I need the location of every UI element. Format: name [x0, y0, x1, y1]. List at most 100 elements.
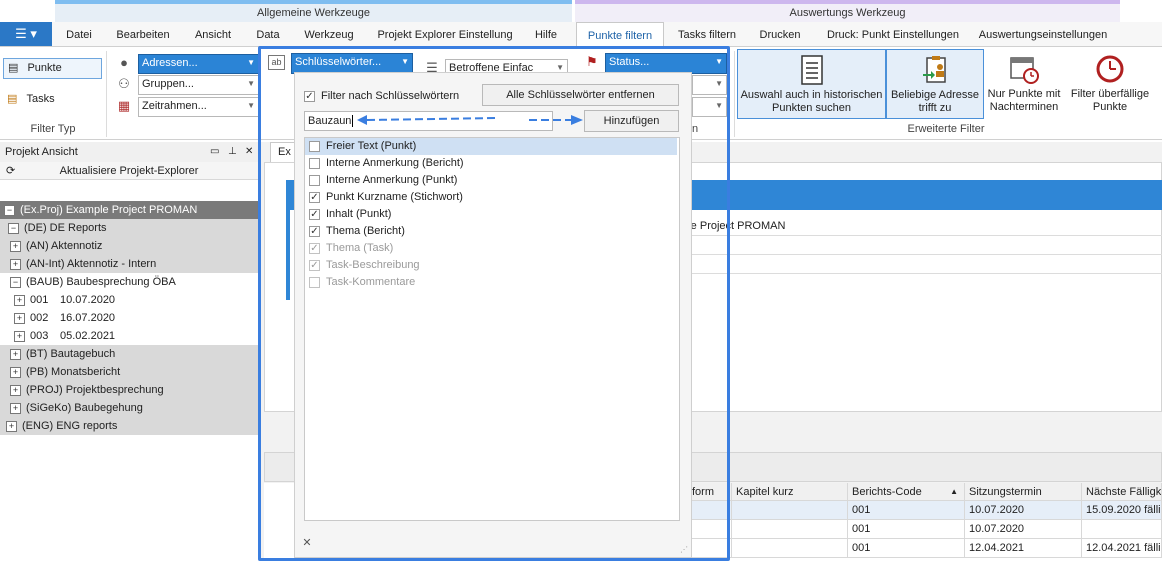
- column-header-kapitel[interactable]: Kapitel kurz: [732, 483, 848, 501]
- only-dates-button[interactable]: Nur Punkte mit Nachterminen: [984, 49, 1064, 117]
- remove-all-keywords-button[interactable]: Alle Schlüsselwörter entfernen: [482, 84, 679, 106]
- tree-node[interactable]: +001 10.07.2020: [0, 291, 272, 309]
- expand-icon[interactable]: +: [6, 420, 17, 432]
- historic-search-button[interactable]: Auswahl auch in historischen Punkten suc…: [737, 49, 886, 119]
- tree-node[interactable]: + (BT) Bautagebuch: [0, 345, 268, 363]
- expand-icon[interactable]: +: [10, 402, 21, 414]
- punkte-button[interactable]: ▤ Punkte: [3, 58, 102, 79]
- context-header-general: Allgemeine Werkzeuge: [55, 0, 572, 22]
- tree-node[interactable]: − (Ex.Proj) Example Project PROMAN: [0, 201, 262, 219]
- grid-cell[interactable]: 001: [848, 501, 965, 520]
- search-field-item[interactable]: ✓ Task-Beschreibung: [305, 257, 677, 274]
- search-field-item[interactable]: Freier Text (Punkt): [305, 138, 677, 155]
- grid-cell[interactable]: 10.07.2020: [965, 520, 1082, 539]
- expand-icon[interactable]: +: [10, 366, 21, 378]
- checkbox-checked[interactable]: ✓: [309, 259, 320, 271]
- tab-ansicht[interactable]: Ansicht: [190, 22, 236, 46]
- checkbox-unchecked[interactable]: [309, 276, 320, 288]
- tab-tasks-filtern[interactable]: Tasks filtern: [672, 22, 742, 46]
- tab-drucken[interactable]: Drucken: [756, 22, 804, 46]
- gruppen-combo[interactable]: Gruppen... ▼: [138, 75, 259, 95]
- tree-node[interactable]: + (PB) Monatsbericht: [0, 363, 268, 381]
- search-field-item[interactable]: Interne Anmerkung (Bericht): [305, 155, 677, 172]
- project-view-title: Projekt Ansicht: [5, 146, 78, 158]
- menu-icon[interactable]: ☰ ▾: [0, 22, 52, 46]
- project-view-header: Projekt Ansicht ▭ ⊥ ✕: [0, 142, 258, 162]
- column-header-berichts-code[interactable]: Berichts-Code ▲: [848, 483, 965, 501]
- refresh-icon: ⟳: [6, 165, 16, 177]
- divider: [676, 235, 1162, 236]
- close-icon[interactable]: ✕: [300, 536, 314, 550]
- adressen-combo[interactable]: Adressen... ▼: [138, 54, 259, 74]
- overdue-filter-button[interactable]: Filter überfällige Punkte: [1066, 49, 1154, 117]
- search-field-item[interactable]: ✓ Punkt Kurzname (Stichwort): [305, 189, 677, 206]
- collapse-icon[interactable]: −: [8, 222, 19, 234]
- search-field-item[interactable]: ✓ Inhalt (Punkt): [305, 206, 677, 223]
- grid-cell[interactable]: [732, 539, 848, 558]
- checkbox-unchecked[interactable]: [309, 140, 320, 152]
- tree-node[interactable]: − (BAUB) Baubesprechung ÖBA: [0, 273, 268, 291]
- tab-data[interactable]: Data: [252, 22, 284, 46]
- refresh-project-explorer[interactable]: ⟳ Aktualisiere Projekt-Explorer: [0, 162, 258, 180]
- column-header-naechste[interactable]: Nächste Fälligkei: [1082, 483, 1162, 501]
- tab-druck-punkt-einstellungen[interactable]: Druck: Punkt Einstellungen: [820, 22, 966, 46]
- expand-icon[interactable]: +: [14, 330, 25, 342]
- checkbox-unchecked[interactable]: [309, 174, 320, 186]
- tasks-button[interactable]: ▤ Tasks: [3, 89, 102, 110]
- add-keyword-button[interactable]: Hinzufügen: [584, 110, 679, 132]
- expand-icon[interactable]: +: [14, 294, 25, 306]
- tab-bearbeiten[interactable]: Bearbeiten: [112, 22, 174, 46]
- tab-auswertungseinstellungen[interactable]: Auswertungseinstellungen: [976, 22, 1110, 46]
- filter-by-keywords-toggle[interactable]: ✓ Filter nach Schlüsselwörtern: [304, 88, 459, 104]
- expand-icon[interactable]: +: [14, 312, 25, 324]
- search-field-item[interactable]: ✓ Thema (Task): [305, 240, 677, 257]
- pin-icon[interactable]: ⊥: [228, 142, 237, 162]
- grid-cell[interactable]: 001: [848, 520, 965, 539]
- tab-projekt-explorer-einstellung[interactable]: Projekt Explorer Einstellung: [374, 22, 516, 46]
- collapse-icon[interactable]: −: [10, 276, 21, 288]
- tree-node[interactable]: + (AN-Int) Aktennotiz - Intern: [0, 255, 268, 273]
- checkbox-checked[interactable]: ✓: [309, 225, 320, 237]
- tree-node[interactable]: + (PROJ) Projektbesprechung: [0, 381, 268, 399]
- close-icon[interactable]: ✕: [245, 142, 253, 162]
- collapse-icon[interactable]: −: [4, 204, 15, 216]
- tab-punkte-filtern[interactable]: Punkte filtern: [576, 22, 664, 47]
- grid-cell[interactable]: 12.04.2021: [965, 539, 1082, 558]
- search-field-item[interactable]: ✓ Thema (Bericht): [305, 223, 677, 240]
- checkbox-checked[interactable]: ✓: [309, 242, 320, 254]
- tree-node[interactable]: +003 05.02.2021: [0, 327, 272, 345]
- divider: [106, 51, 107, 137]
- grid-cell[interactable]: 001: [848, 539, 965, 558]
- tree-node[interactable]: + (ENG) ENG reports: [0, 417, 264, 435]
- resize-grip-icon[interactable]: ⋰: [680, 545, 690, 555]
- search-fields-list: Freier Text (Punkt) Interne Anmerkung (Be…: [304, 137, 680, 521]
- window-icon[interactable]: ▭: [210, 142, 219, 162]
- tree-node[interactable]: + (SiGeKo) Baubegehung: [0, 399, 268, 417]
- grid-cell[interactable]: [1082, 520, 1162, 539]
- column-header-sitzungstermin[interactable]: Sitzungstermin: [965, 483, 1082, 501]
- project-tree: − (Ex.Proj) Example Project PROMAN − (DE) D…: [0, 201, 272, 441]
- expand-icon[interactable]: +: [10, 240, 21, 252]
- search-field-item[interactable]: Interne Anmerkung (Punkt): [305, 172, 677, 189]
- grid-cell[interactable]: 15.09.2020 fällig: [1082, 501, 1162, 520]
- grid-cell[interactable]: 12.04.2021 fällig: [1082, 539, 1162, 558]
- tab-hilfe[interactable]: Hilfe: [530, 22, 562, 46]
- tab-datei[interactable]: Datei: [62, 22, 96, 46]
- grid-cell[interactable]: [732, 501, 848, 520]
- tree-node[interactable]: + (AN) Aktennotiz: [0, 237, 268, 255]
- grid-cell[interactable]: [732, 520, 848, 539]
- tab-werkzeug[interactable]: Werkzeug: [300, 22, 358, 46]
- checkbox-unchecked[interactable]: [309, 157, 320, 169]
- checkbox-checked[interactable]: ✓: [309, 191, 320, 203]
- tree-node[interactable]: − (DE) DE Reports: [0, 219, 266, 237]
- any-address-button[interactable]: Beliebige Adresse trifft zu: [886, 49, 984, 119]
- refresh-label: Aktualisiere Projekt-Explorer: [59, 165, 199, 177]
- zeitrahmen-combo[interactable]: Zeitrahmen... ▼: [138, 97, 259, 117]
- search-field-item[interactable]: Task-Kommentare: [305, 274, 677, 291]
- expand-icon[interactable]: +: [10, 258, 21, 270]
- tree-node[interactable]: +002 16.07.2020: [0, 309, 272, 327]
- checkbox-checked[interactable]: ✓: [309, 208, 320, 220]
- grid-cell[interactable]: 10.07.2020: [965, 501, 1082, 520]
- expand-icon[interactable]: +: [10, 348, 21, 360]
- expand-icon[interactable]: +: [10, 384, 21, 396]
